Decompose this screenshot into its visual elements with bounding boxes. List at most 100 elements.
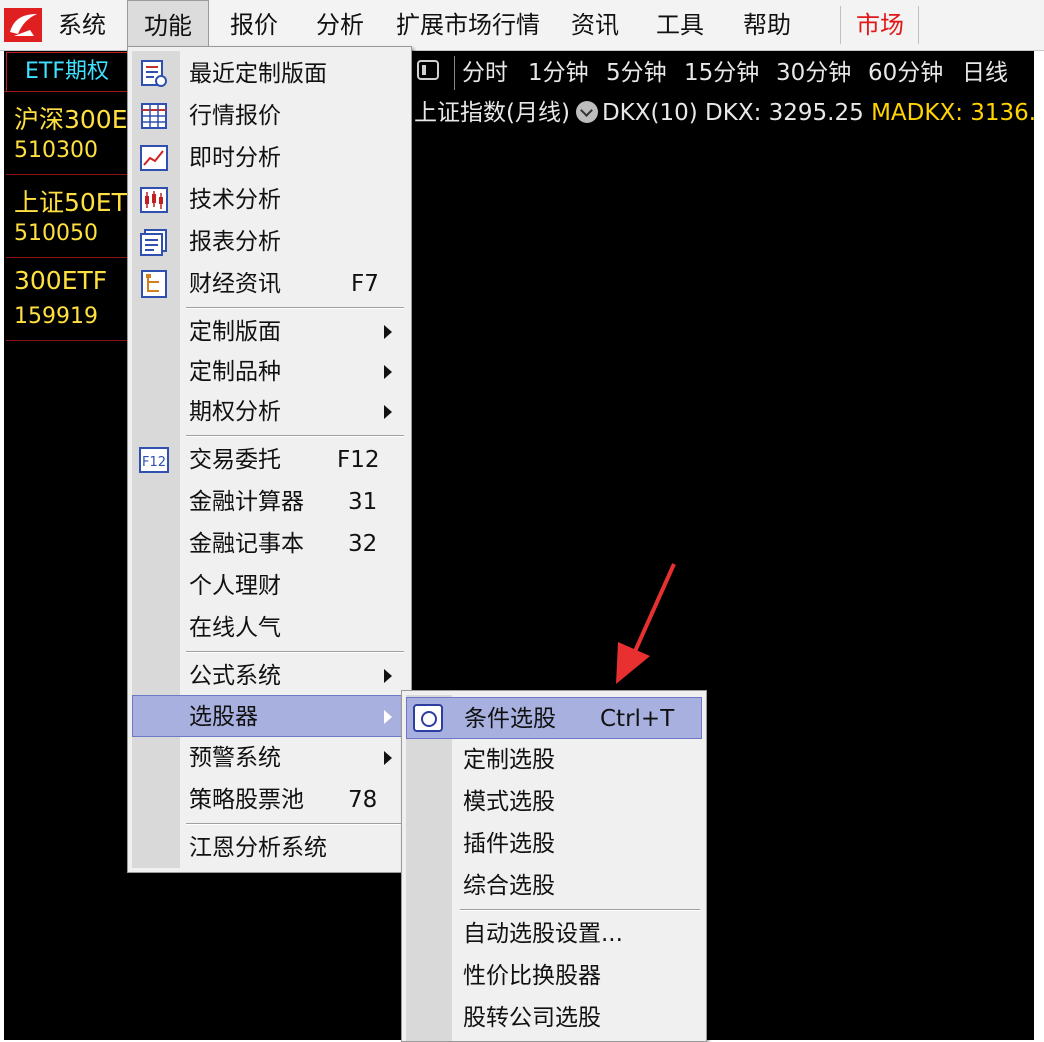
etf-name: 沪深300E bbox=[14, 105, 128, 134]
period-5min[interactable]: 5分钟 bbox=[606, 56, 667, 90]
menu-item-recent-layout[interactable]: 最近定制版面 bbox=[132, 53, 407, 95]
menu-item-alert-system[interactable]: 预警系统 bbox=[132, 737, 407, 779]
report-icon bbox=[140, 229, 167, 256]
tab-etf-options[interactable]: ETF期权 bbox=[6, 52, 128, 92]
menu-item-trade-order[interactable]: F12 交易委托 F12 bbox=[132, 439, 407, 481]
menu-shortcut: 31 bbox=[348, 489, 378, 515]
menu-label: 定制品种 bbox=[189, 359, 281, 385]
menu-item-financial-calculator[interactable]: 金融计算器 31 bbox=[132, 481, 407, 523]
divider bbox=[454, 56, 455, 90]
submenu-item-plugin-select[interactable]: 插件选股 bbox=[406, 823, 702, 865]
menu-item-realtime-analysis[interactable]: 即时分析 bbox=[132, 137, 407, 179]
period-60min[interactable]: 60分钟 bbox=[868, 56, 943, 90]
stock-screener-submenu: 条件选股 Ctrl+T 定制选股 模式选股 插件选股 综合选股 自动选股设置..… bbox=[401, 690, 707, 1042]
period-1min[interactable]: 1分钟 bbox=[528, 56, 589, 90]
menu-separator bbox=[186, 823, 404, 825]
menu-shortcut: 32 bbox=[348, 531, 378, 557]
madkx-value: MADKX: 3136. bbox=[871, 100, 1037, 126]
submenu-item-condition-select[interactable]: 条件选股 Ctrl+T bbox=[406, 697, 702, 739]
menu-news[interactable]: 资讯 bbox=[560, 0, 630, 50]
submenu-item-neeq-select[interactable]: 股转公司选股 bbox=[406, 997, 702, 1039]
menu-analysis[interactable]: 分析 bbox=[304, 0, 376, 50]
indicator-name: DKX(10) bbox=[601, 100, 698, 126]
f12-icon: F12 bbox=[139, 447, 169, 473]
period-15min[interactable]: 15分钟 bbox=[684, 56, 759, 90]
menu-label: 预警系统 bbox=[189, 745, 281, 771]
chevron-down-icon[interactable] bbox=[575, 101, 598, 123]
menu-shortcut: Ctrl+T bbox=[600, 706, 675, 732]
menu-label: 江恩分析系统 bbox=[189, 835, 327, 861]
menu-tools[interactable]: 工具 bbox=[645, 0, 715, 50]
etf-code: 159919 bbox=[14, 304, 98, 329]
submenu-item-composite-select[interactable]: 综合选股 bbox=[406, 865, 702, 907]
menu-label: 公式系统 bbox=[189, 663, 281, 689]
menu-label: 策略股票池 bbox=[189, 787, 304, 813]
menu-label: 财经资讯 bbox=[189, 271, 281, 297]
menu-market[interactable]: 市场 bbox=[846, 0, 914, 50]
menu-label: 性价比换股器 bbox=[463, 963, 601, 989]
menu-separator bbox=[460, 909, 700, 911]
menu-label: 股转公司选股 bbox=[463, 1005, 601, 1031]
menu-quote[interactable]: 报价 bbox=[218, 0, 290, 50]
realtime-chart-icon bbox=[140, 145, 168, 171]
submenu-arrow-icon bbox=[384, 405, 392, 419]
index-title: 上证指数(月线) bbox=[414, 100, 570, 126]
menu-divider bbox=[918, 6, 919, 44]
menu-shortcut: F7 bbox=[351, 271, 379, 297]
menu-label: 技术分析 bbox=[189, 187, 281, 213]
etf-list-item[interactable]: 上证50ET 510050 bbox=[6, 175, 128, 258]
app-logo-icon bbox=[4, 8, 42, 42]
condition-select-icon bbox=[413, 704, 443, 732]
menu-item-online-popularity[interactable]: 在线人气 bbox=[132, 607, 407, 649]
menu-label: 个人理财 bbox=[189, 573, 281, 599]
menu-label: 条件选股 bbox=[464, 706, 556, 732]
menu-label: 金融记事本 bbox=[189, 531, 304, 557]
etf-code: 510300 bbox=[14, 138, 98, 163]
submenu-arrow-icon bbox=[384, 710, 392, 724]
recent-layout-icon bbox=[141, 60, 167, 87]
etf-code: 510050 bbox=[14, 221, 98, 246]
menu-label: 最近定制版面 bbox=[189, 61, 327, 87]
menu-label: 报表分析 bbox=[189, 229, 281, 255]
submenu-item-pattern-select[interactable]: 模式选股 bbox=[406, 781, 702, 823]
panel-toggle-icon[interactable] bbox=[417, 60, 439, 80]
submenu-item-custom-select[interactable]: 定制选股 bbox=[406, 739, 702, 781]
news-tree-icon bbox=[141, 270, 167, 298]
etf-list-item[interactable]: 沪深300E 510300 bbox=[6, 92, 128, 175]
menu-label: 在线人气 bbox=[189, 615, 281, 641]
menu-item-report-analysis[interactable]: 报表分析 bbox=[132, 221, 407, 263]
function-dropdown-menu: 最近定制版面 行情报价 即时分析 技术分析 报表分析 财经资讯 F7 定制版面 … bbox=[127, 46, 412, 873]
menu-item-formula-system[interactable]: 公式系统 bbox=[132, 655, 407, 697]
etf-list-item[interactable]: 300ETF 159919 bbox=[6, 258, 128, 341]
candlestick-icon bbox=[140, 187, 168, 213]
menu-shortcut: F12 bbox=[337, 447, 380, 473]
indicator-header: 上证指数(月线) DKX(10) DKX: 3295.25 MADKX: 3136… bbox=[414, 96, 1036, 130]
f12-icon-text: F12 bbox=[142, 455, 166, 470]
period-intraday[interactable]: 分时 bbox=[462, 56, 508, 90]
period-daily[interactable]: 日线 bbox=[962, 56, 1008, 90]
menu-function[interactable]: 功能 bbox=[127, 0, 209, 50]
menu-item-personal-finance[interactable]: 个人理财 bbox=[132, 565, 407, 607]
menu-item-gann-analysis[interactable]: 江恩分析系统 bbox=[132, 827, 407, 869]
menu-item-quote[interactable]: 行情报价 bbox=[132, 95, 407, 137]
menu-item-custom-layout[interactable]: 定制版面 bbox=[132, 311, 407, 353]
menu-system[interactable]: 系统 bbox=[48, 0, 116, 50]
menu-label: 期权分析 bbox=[189, 399, 281, 425]
menu-separator bbox=[186, 651, 404, 653]
menu-item-financial-news[interactable]: 财经资讯 F7 bbox=[132, 263, 407, 305]
submenu-item-value-swapper[interactable]: 性价比换股器 bbox=[406, 955, 702, 997]
menu-item-technical-analysis[interactable]: 技术分析 bbox=[132, 179, 407, 221]
menu-extended-market[interactable]: 扩展市场行情 bbox=[389, 0, 547, 50]
menu-item-options-analysis[interactable]: 期权分析 bbox=[132, 391, 407, 433]
period-30min[interactable]: 30分钟 bbox=[776, 56, 851, 90]
menu-divider bbox=[840, 6, 841, 44]
menu-item-custom-symbols[interactable]: 定制品种 bbox=[132, 351, 407, 393]
menu-label: 模式选股 bbox=[463, 789, 555, 815]
menu-item-stock-screener[interactable]: 选股器 bbox=[132, 695, 407, 737]
menu-separator bbox=[186, 435, 404, 437]
submenu-item-auto-select-settings[interactable]: 自动选股设置... bbox=[406, 913, 702, 955]
menu-help[interactable]: 帮助 bbox=[730, 0, 804, 50]
menu-item-strategy-pool[interactable]: 策略股票池 78 bbox=[132, 779, 407, 821]
menu-label: 自动选股设置... bbox=[463, 921, 623, 947]
menu-item-financial-notebook[interactable]: 金融记事本 32 bbox=[132, 523, 407, 565]
